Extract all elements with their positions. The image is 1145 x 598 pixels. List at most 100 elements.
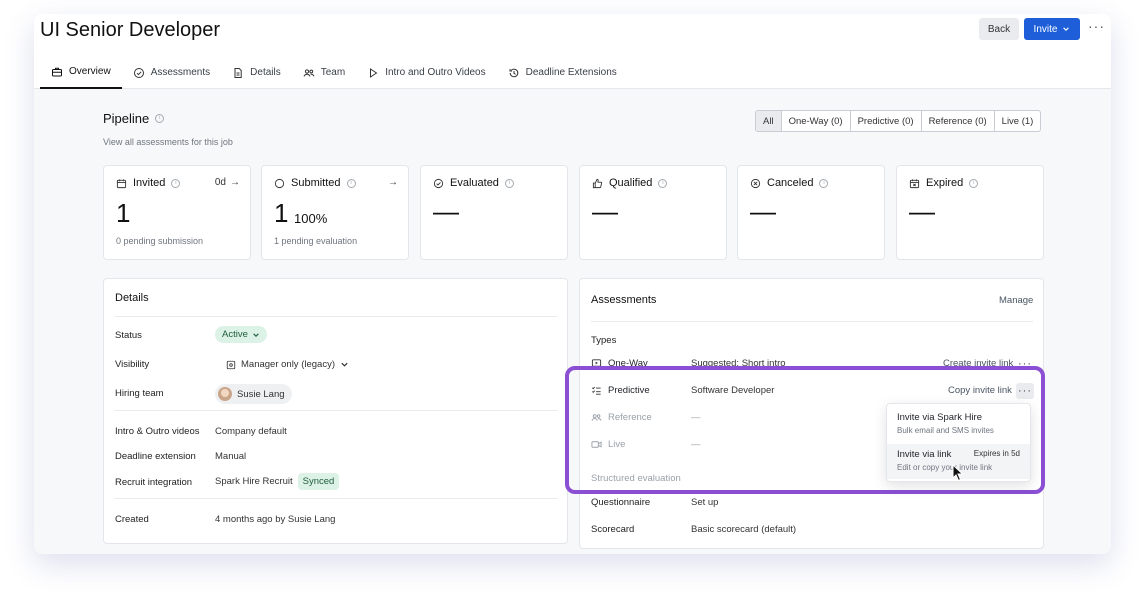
card-value: — (592, 196, 618, 226)
questionnaire-label: Questionnaire (591, 497, 651, 508)
card-right: 0d → (215, 177, 240, 188)
visibility-select[interactable]: Manager only (legacy) (226, 359, 349, 370)
tab-team[interactable]: Team (292, 56, 356, 89)
assessments-title: Assessments (591, 294, 657, 306)
info-icon[interactable]: i (969, 178, 979, 188)
card-value: — (750, 196, 776, 226)
stat-card-expired[interactable]: Expired i — (896, 165, 1044, 260)
card-age: 0d (214, 177, 226, 188)
card-title: Invited (133, 177, 166, 189)
info-icon[interactable]: i (658, 178, 668, 188)
arrow-right-icon[interactable]: → (230, 177, 240, 188)
pipeline-subtitle-link[interactable]: View all assessments for this job (103, 137, 233, 147)
card-footer: 0 pending submission (116, 236, 204, 246)
divider (115, 410, 557, 411)
tab-deadline-extensions[interactable]: Deadline Extensions (497, 56, 628, 89)
info-icon[interactable]: i (346, 178, 356, 188)
status-text: Active (222, 329, 248, 340)
manage-link[interactable]: Manage (999, 295, 1033, 306)
details-title: Details (115, 292, 149, 304)
card-title: Expired (926, 177, 964, 189)
status-badge[interactable]: Active (215, 326, 267, 343)
visibility-text: Manager only (legacy) (241, 359, 335, 370)
lock-icon (226, 360, 236, 369)
chevron-down-icon (1063, 27, 1070, 31)
thumbs-up-icon (592, 178, 603, 188)
arrow-right-icon[interactable]: → (388, 177, 398, 188)
info-icon[interactable]: i (171, 178, 181, 188)
stat-card-qualified[interactable]: Qualified i — (579, 165, 727, 260)
card-title: Submitted (291, 177, 341, 189)
tab-label: Team (320, 67, 346, 78)
stat-card-canceled[interactable]: Canceled i — (737, 165, 885, 260)
info-icon[interactable]: i (504, 178, 514, 188)
pipeline-filter-group: All One-Way (0) Predictive (0) Reference… (755, 110, 1042, 132)
stat-card-invited[interactable]: Invited i 0d → 1 0 pending submission (103, 165, 251, 260)
stat-card-submitted[interactable]: Submitted i → 1 100% 1 pending evaluatio… (261, 165, 409, 260)
scorecard-value[interactable]: Basic scorecard (default) (691, 524, 796, 535)
intro-outro-value: Company default (215, 426, 287, 437)
back-button[interactable]: Back (979, 18, 1019, 40)
card-right: → (388, 177, 398, 188)
tab-details[interactable]: Details (221, 56, 292, 89)
menu-item-subtitle: Bulk email and SMS invites (897, 426, 994, 435)
calendar-x-icon (909, 178, 920, 188)
card-header: Submitted i (274, 177, 356, 189)
stat-card-evaluated[interactable]: Evaluated i — (420, 165, 568, 260)
integration-name: Spark Hire Recruit (215, 476, 293, 487)
mouse-cursor-icon (952, 464, 964, 482)
card-header: Invited i (116, 177, 181, 189)
menu-item-title-row: Invite via link Expires in 5d (897, 449, 1020, 460)
intro-outro-label: Intro & Outro videos (115, 426, 200, 437)
tab-label: Deadline Extensions (525, 67, 617, 78)
chevron-down-icon (253, 332, 259, 337)
briefcase-icon (52, 67, 62, 76)
card-value: 1 (274, 198, 289, 228)
filter-one-way[interactable]: One-Way (0) (780, 111, 850, 131)
history-icon (509, 68, 518, 77)
more-options-button[interactable]: ··· (1088, 18, 1105, 34)
tab-intro-outro-videos[interactable]: Intro and Outro Videos (356, 56, 496, 89)
types-label: Types (591, 335, 617, 346)
details-panel: Details Status Active Visibility Manager… (103, 278, 568, 544)
header: UI Senior Developer Back Invite ··· Over… (34, 14, 1111, 89)
filter-all[interactable]: All (756, 111, 781, 131)
avatar (218, 387, 232, 401)
filter-predictive[interactable]: Predictive (0) (849, 111, 921, 131)
recruit-integration-label: Recruit integration (115, 477, 193, 488)
filter-reference[interactable]: Reference (0) (920, 111, 994, 131)
info-icon[interactable]: i (819, 178, 829, 188)
info-icon[interactable]: i (155, 114, 165, 123)
card-value: 1 (116, 198, 131, 228)
filter-live[interactable]: Live (1) (993, 111, 1041, 131)
chevron-down-icon (341, 362, 348, 367)
visibility-label: Visibility (115, 359, 150, 370)
pipeline-title: Pipeline i (103, 111, 165, 126)
member-chip[interactable]: Susie Lang (215, 384, 292, 404)
calendar-icon (116, 178, 127, 188)
menu-item-title: Invite via link (897, 449, 952, 460)
divider (115, 316, 557, 317)
hiring-team-value[interactable]: Susie Lang (215, 384, 292, 404)
menu-item-invite-spark-hire[interactable]: Invite via Spark Hire Bulk email and SMS… (887, 410, 1030, 442)
card-header: Canceled i (750, 177, 829, 189)
circle-icon (274, 178, 285, 188)
card-value: — (433, 196, 459, 226)
tab-label: Intro and Outro Videos (385, 67, 486, 78)
invite-button[interactable]: Invite (1024, 18, 1080, 40)
hiring-team-label: Hiring team (115, 388, 164, 399)
tab-label: Details (250, 67, 281, 78)
tab-bar: Overview Assessments Details Team Intro … (40, 56, 628, 89)
document-icon (234, 67, 242, 78)
expires-badge: Expires in 5d (973, 449, 1020, 458)
pipeline-title-text: Pipeline (103, 111, 150, 126)
card-value: — (909, 196, 935, 226)
tab-assessments[interactable]: Assessments (122, 56, 221, 89)
x-circle-icon (750, 178, 761, 188)
status-label: Status (115, 330, 142, 341)
card-title: Qualified (609, 177, 653, 189)
tab-overview[interactable]: Overview (40, 56, 122, 89)
questionnaire-setup-link[interactable]: Set up (691, 497, 718, 508)
status-value[interactable]: Active (215, 326, 267, 343)
synced-badge: Synced (297, 473, 340, 490)
